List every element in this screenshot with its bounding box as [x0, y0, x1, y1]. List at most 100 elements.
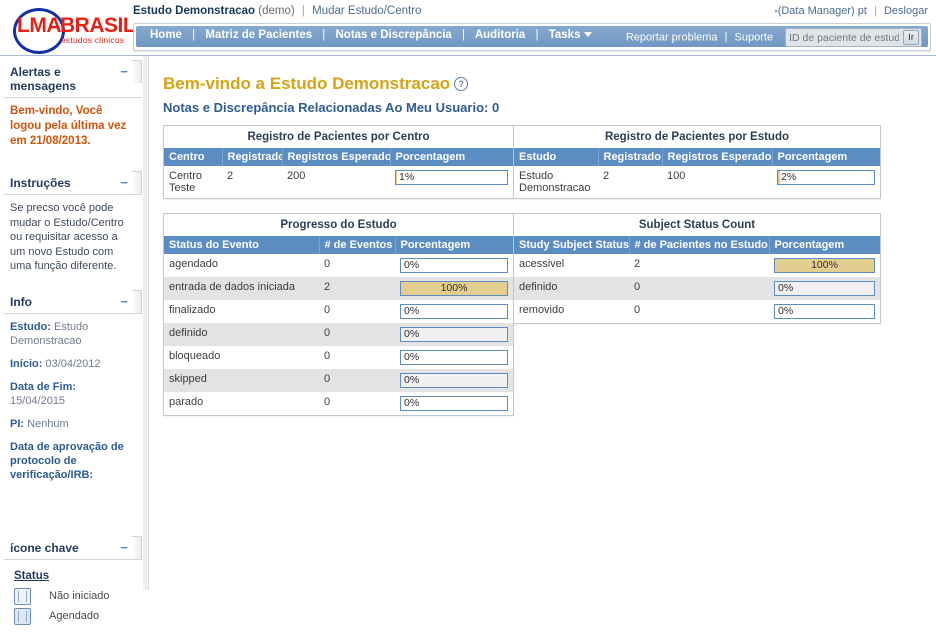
progress-bar: 0% — [400, 304, 508, 319]
info-row-inicio: Início: 03/04/2012 — [10, 357, 134, 371]
cell-porcentagem: 100% — [769, 254, 880, 277]
cell-status: finalizado — [164, 300, 319, 323]
panel-icon-key-body: Status Não iniciado Agendado — [4, 560, 142, 638]
navigation-bar-wrapper: Home | Matriz de Pacientes | Notas e Dis… — [133, 23, 931, 51]
instructions-text: Se precso você pode mudar o Estudo/Centr… — [10, 202, 124, 272]
panel-alerts-header[interactable]: Alertas e mensagens − — [4, 60, 142, 98]
legend-label: Não iniciado — [49, 590, 110, 602]
notes-discrepancy-subtitle: Notas e Discrepância Relacionadas Ao Meu… — [163, 100, 500, 115]
info-row-pi: PI: Nenhum — [10, 417, 134, 431]
legend-label: Agendado — [49, 610, 100, 622]
support-link[interactable]: Suporte — [735, 31, 774, 43]
table-row: parado 0 0% — [164, 392, 513, 415]
progress-bar-label: 0% — [778, 282, 794, 294]
cell-eventos: 0 — [319, 323, 395, 346]
cell-eventos: 0 — [319, 346, 395, 369]
cell-porcentagem: 2% — [772, 166, 880, 198]
cell-status: acessivel — [514, 254, 629, 277]
cell-porcentagem: 0% — [395, 369, 513, 392]
app-page: LMA BRASIL estudos clinicos Estudo Demon… — [0, 0, 936, 625]
change-study-link[interactable]: Mudar Estudo/Centro — [312, 5, 421, 17]
cell-eventos: 0 — [319, 300, 395, 323]
help-icon[interactable]: ? — [454, 77, 469, 91]
cell-registrado: 2 — [598, 166, 662, 198]
report-problem-link[interactable]: Reportar problema — [626, 31, 718, 43]
panel-tab-decoration — [132, 535, 142, 559]
chevron-down-icon[interactable] — [584, 32, 593, 38]
nav-items: Home | Matriz de Pacientes | Notas e Dis… — [150, 29, 593, 41]
nav-item-auditoria[interactable]: Auditoria — [475, 29, 525, 41]
nav-item-home[interactable]: Home — [150, 29, 182, 41]
cell-porcentagem: 0% — [769, 300, 880, 323]
go-button[interactable]: Ir — [903, 30, 919, 45]
card-title: Registro de Pacientes por Centro — [164, 126, 513, 148]
cell-porcentagem: 0% — [395, 346, 513, 369]
panel-icon-key-title: ícone chave — [10, 540, 79, 555]
table-header-row: Centro Registrado Registros Esperados Po… — [164, 148, 513, 166]
cell-eventos: 0 — [319, 254, 395, 277]
info-label-pi: PI: — [10, 417, 25, 430]
progress-bar-label: 1% — [399, 171, 415, 183]
panel-icon-key-header[interactable]: ícone chave − — [4, 535, 142, 560]
cell-centro: Centro Teste — [164, 166, 222, 198]
alert-message: Bem-vindo, Você logou pela última vez em… — [10, 105, 127, 147]
table-row: entrada de dados iniciada 2 100% — [164, 277, 513, 300]
cell-status: parado — [164, 392, 319, 415]
progress-bar-label: 0% — [404, 305, 420, 317]
panel-instructions-header[interactable]: Instruções − — [4, 171, 142, 195]
cell-eventos: 0 — [319, 369, 395, 392]
minimize-icon[interactable]: − — [120, 176, 128, 190]
info-value-data-fim: 15/04/2015 — [10, 394, 66, 407]
table-row: skipped 0 0% — [164, 369, 513, 392]
legend-status-header: Status — [14, 569, 50, 582]
col-registrado: Registrado — [222, 148, 283, 166]
nav-right-group: Reportar problema | Suporte Ir — [626, 28, 922, 47]
progress-bar: 0% — [400, 396, 508, 411]
data-manager-link[interactable]: (Data Manager) — [778, 5, 855, 17]
page-title: Bem-vindo a Estudo Demonstracao? — [163, 74, 936, 94]
table-row: removido 0 0% — [514, 300, 880, 323]
col-study-subject-status: Study Subject Status — [514, 236, 630, 254]
col-registros-esperados: Registros Esperados — [662, 148, 773, 166]
minimize-icon[interactable]: − — [120, 540, 128, 555]
table-header-row: Status do Evento # de Eventos Porcentage… — [164, 236, 513, 254]
panel-instructions-title: Instruções — [10, 176, 71, 190]
language-link[interactable]: pt — [858, 5, 867, 17]
progress-bar-label: 0% — [404, 259, 420, 271]
top-bar: LMA BRASIL estudos clinicos Estudo Demon… — [0, 0, 936, 56]
table-header-row: Estudo Registrado Registros Esperados Po… — [514, 148, 880, 166]
panel-info-title: Info — [10, 294, 32, 309]
cell-eventos: 0 — [319, 392, 395, 415]
nav-item-notas-e-discrepancia[interactable]: Notas e Discrepância — [336, 29, 452, 41]
cell-porcentagem: 0% — [395, 254, 513, 277]
col-registrado: Registrado — [598, 148, 663, 166]
progress-bar-label: 100% — [440, 282, 468, 294]
panel-instructions-body: Se precso você pode mudar o Estudo/Centr… — [4, 195, 142, 284]
sidebar-scroll-track[interactable] — [143, 56, 148, 590]
cell-status: entrada de dados iniciada — [164, 277, 319, 300]
table-row: agendado 0 0% — [164, 254, 513, 277]
cell-registrado: 2 — [222, 166, 282, 198]
cell-porcentagem: 0% — [395, 323, 513, 346]
col-porcentagem: Porcentagem — [390, 148, 513, 166]
legend-item: Não iniciado — [14, 587, 134, 605]
search-input[interactable] — [788, 30, 901, 45]
table-row: definido 0 0% — [514, 277, 880, 300]
panel-info-header[interactable]: Info − — [4, 289, 142, 314]
panel-alerts: Alertas e mensagens − Bem-vindo, Você lo… — [4, 60, 142, 159]
minimize-icon[interactable]: − — [120, 294, 128, 309]
nav-item-matriz-de-pacientes[interactable]: Matriz de Pacientes — [205, 29, 312, 41]
top-right-links: ▪(Data Manager) pt | Deslogar — [774, 5, 928, 17]
cell-registros-esperados: 200 — [282, 166, 390, 198]
minimize-icon[interactable]: − — [120, 65, 128, 79]
logout-link[interactable]: Deslogar — [884, 5, 928, 17]
info-value-inicio: 03/04/2012 — [45, 357, 101, 370]
panel-tab-decoration — [132, 289, 142, 313]
study-subject-search-box[interactable]: Ir — [785, 28, 922, 47]
panel-tab-decoration — [132, 171, 142, 194]
logo[interactable]: LMA BRASIL estudos clinicos — [5, 4, 136, 54]
table-subject-status-count: Study Subject Status # de Pacientes no E… — [514, 236, 880, 323]
info-label-irb: Data de aprovação de protocolo de verifi… — [10, 440, 124, 481]
nav-item-tasks[interactable]: Tasks — [549, 29, 581, 41]
cell-porcentagem: 0% — [395, 392, 513, 415]
